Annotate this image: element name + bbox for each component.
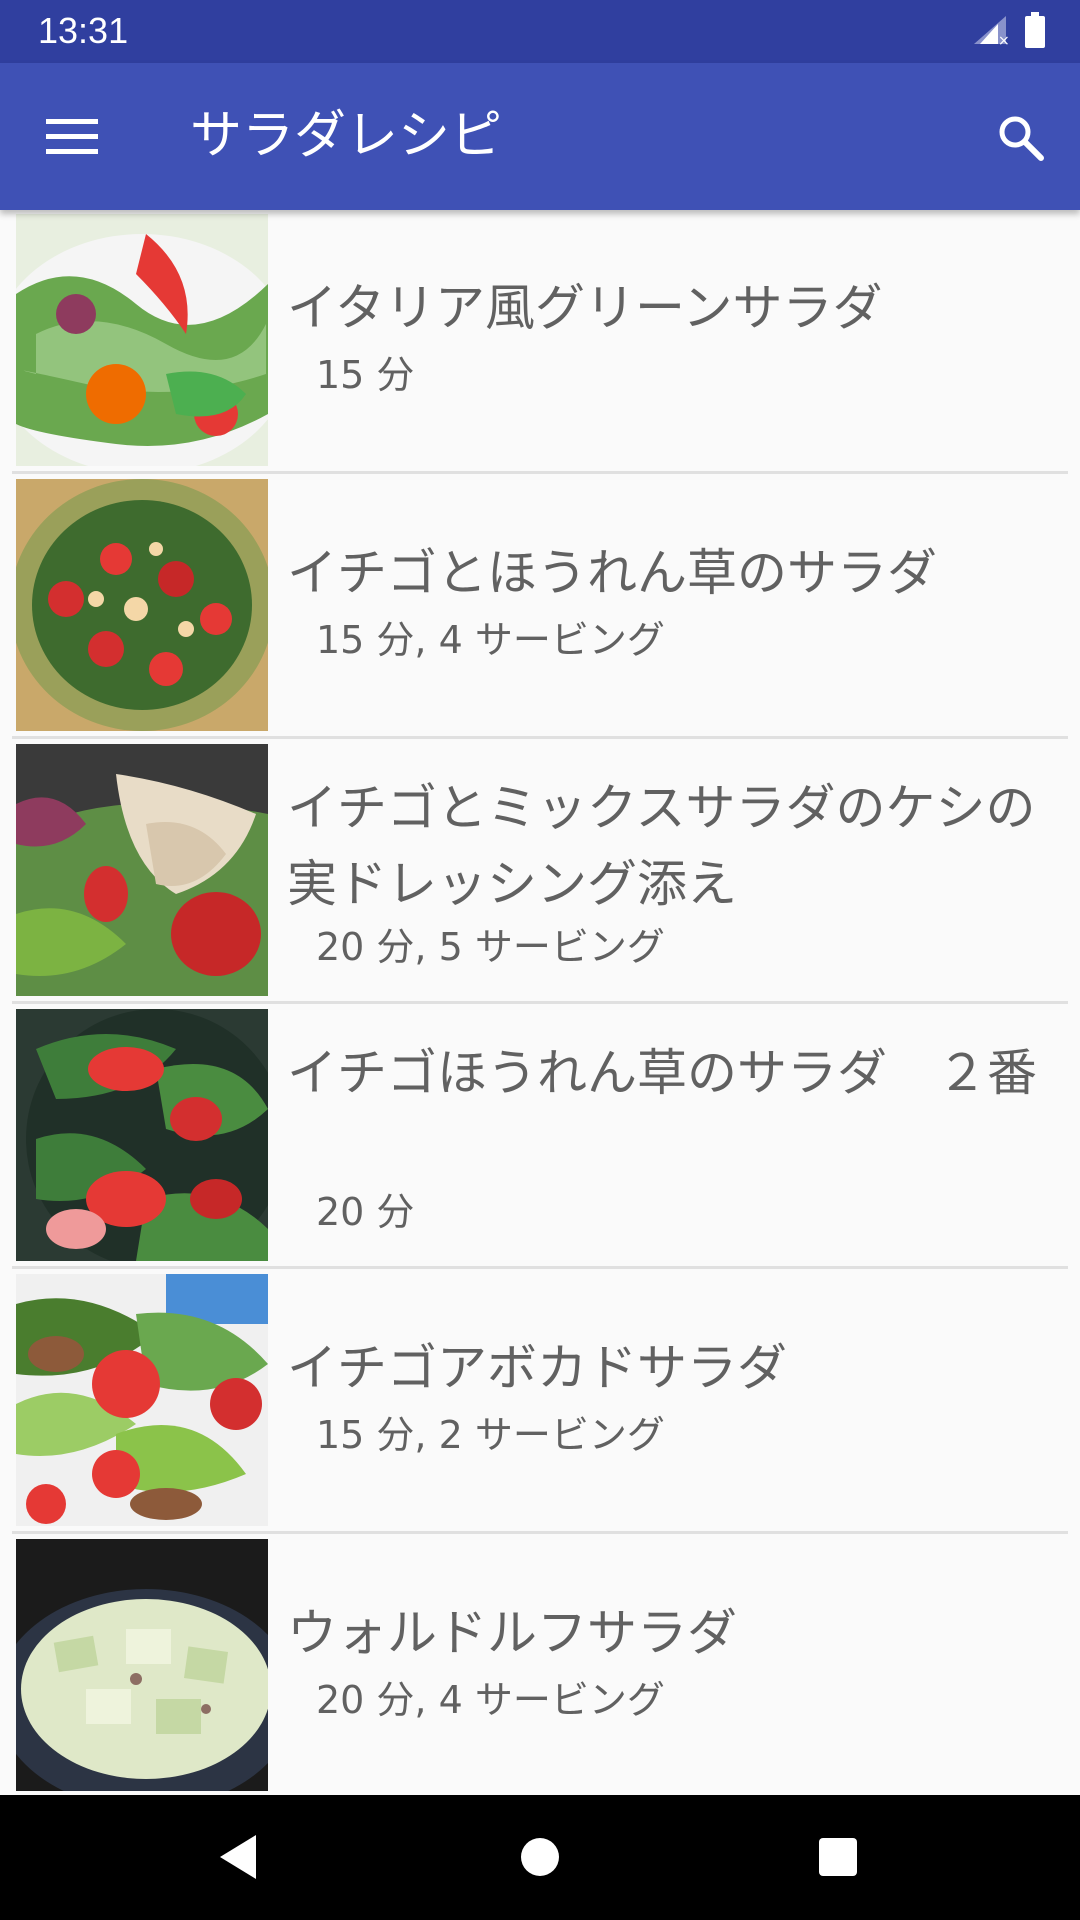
divider: [12, 471, 1068, 474]
navigation-bar: [0, 1795, 1080, 1920]
divider: [12, 1266, 1068, 1269]
recipe-meta: 20 分, 5 サービング: [316, 925, 665, 969]
battery-icon: [1024, 12, 1046, 52]
recipe-thumbnail: [16, 214, 268, 466]
recipe-item[interactable]: イチゴとほうれん草のサラダ 15 分, 4 サービング: [0, 475, 1080, 739]
recipe-item[interactable]: イチゴアボカドサラダ 15 分, 2 サービング: [0, 1270, 1080, 1534]
home-button[interactable]: [508, 1827, 572, 1891]
recipe-thumbnail: [16, 1274, 268, 1526]
recipe-thumbnail: [16, 1539, 268, 1791]
recipe-title: ウォルドルフサラダ: [287, 1604, 737, 1662]
status-icons: ×: [972, 12, 1046, 52]
recipe-meta: 20 分: [316, 1190, 415, 1234]
recipe-title: イチゴほうれん草のサラダ ２番: [287, 1044, 1037, 1102]
recipe-thumbnail: [16, 744, 268, 996]
recipe-title: イタリア風グリーンサラダ: [287, 279, 883, 337]
recipe-title: イチゴとミックスサラダのケシの実ドレッシング添え: [287, 779, 1036, 913]
svg-text:×: ×: [998, 33, 1008, 46]
recents-icon: [818, 1837, 858, 1881]
recipe-item[interactable]: イチゴとミックスサラダのケシの実ドレッシング添え 20 分, 5 サービング: [0, 740, 1080, 1004]
recipe-meta: 15 分, 2 サービング: [316, 1413, 665, 1457]
recipe-item[interactable]: イチゴほうれん草のサラダ ２番 20 分: [0, 1005, 1080, 1269]
home-icon: [520, 1837, 560, 1881]
back-button[interactable]: [206, 1827, 270, 1891]
divider: [12, 736, 1068, 739]
divider: [12, 1001, 1068, 1004]
menu-button[interactable]: [36, 103, 108, 175]
recipe-item[interactable]: イタリア風グリーンサラダ 15 分: [0, 210, 1080, 474]
recipe-item[interactable]: ウォルドルフサラダ 20 分, 4 サービング: [0, 1535, 1080, 1795]
app-title: サラダレシピ: [190, 106, 503, 166]
recipe-meta: 15 分: [316, 353, 415, 397]
recipe-thumbnail: [16, 1009, 268, 1261]
recipe-meta: 15 分, 4 サービング: [316, 618, 665, 662]
recipe-list: イタリア風グリーンサラダ 15 分 イチゴとほうれん草のサラダ 15 分, 4 …: [0, 210, 1080, 1795]
recipe-title: イチゴアボカドサラダ: [287, 1339, 787, 1397]
divider: [12, 1531, 1068, 1534]
search-button[interactable]: [984, 103, 1056, 175]
recents-button[interactable]: [806, 1827, 870, 1891]
back-icon: [216, 1833, 260, 1885]
status-time: 13:31: [38, 10, 129, 51]
recipe-meta: 20 分, 4 サービング: [316, 1678, 665, 1722]
recipe-thumbnail: [16, 479, 268, 731]
status-bar: 13:31 ×: [0, 0, 1080, 63]
search-icon: [996, 113, 1044, 165]
signal-icon: ×: [972, 14, 1010, 50]
hamburger-menu-icon: [46, 117, 98, 161]
app-bar: サラダレシピ: [0, 63, 1080, 210]
recipe-title: イチゴとほうれん草のサラダ: [287, 544, 937, 602]
